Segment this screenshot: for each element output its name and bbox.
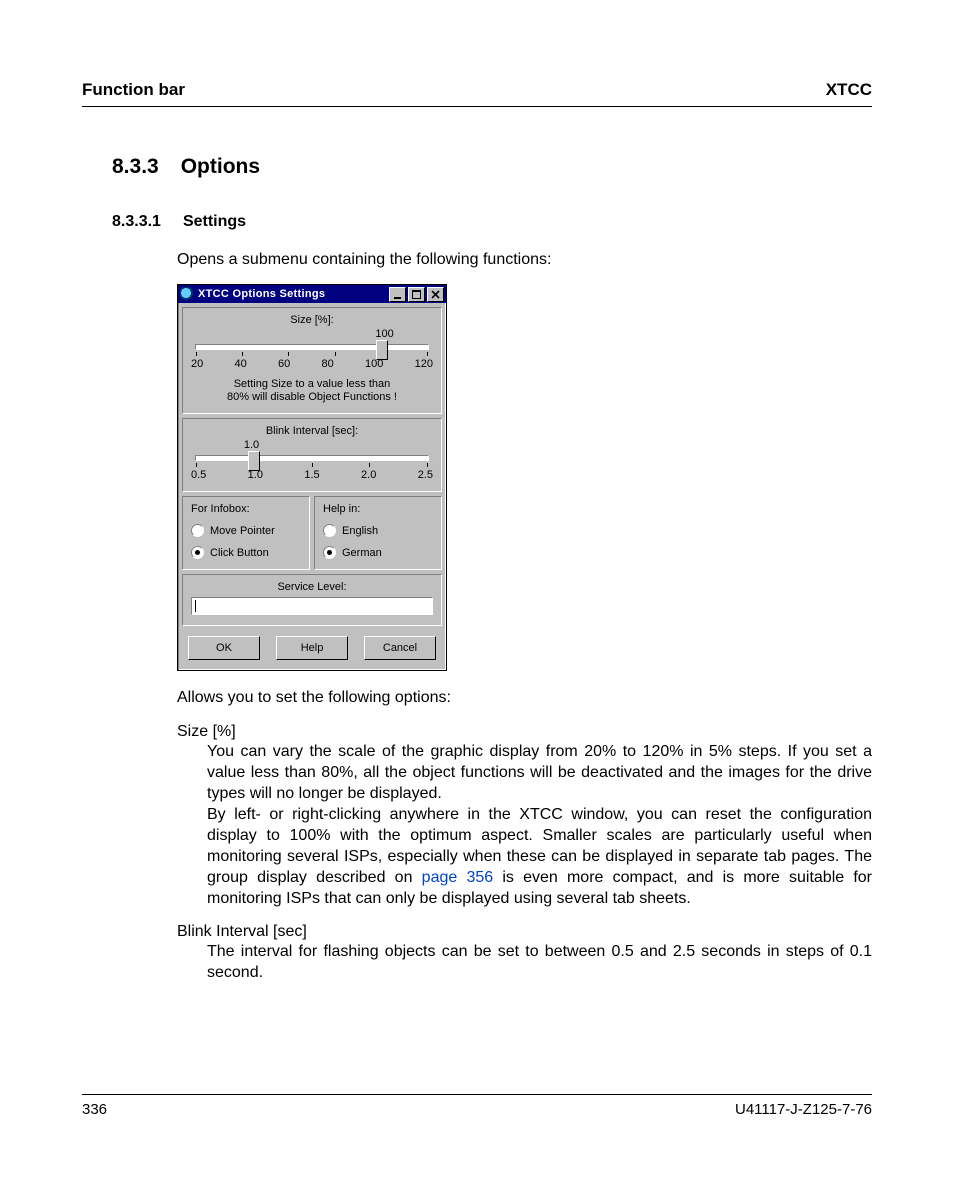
blink-scale: 0.5 1.0 1.5 2.0 2.5 [191,469,433,481]
radio-click-button[interactable]: Click Button [191,546,301,559]
radio-icon[interactable] [191,524,204,537]
options-dialog: XTCC Options Settings Size [%]: 100 [177,284,447,671]
screenshot-dialog: XTCC Options Settings Size [%]: 100 [177,284,872,671]
radio-icon[interactable] [191,546,204,559]
radio-label: English [342,525,378,537]
help-panel: Help in: English German [314,496,442,570]
tick-label: 120 [415,358,433,370]
size-label: Size [%]: [191,314,433,326]
tick-label: 2.5 [418,469,433,481]
size-slider-thumb[interactable] [376,340,388,360]
header-right: XTCC [826,80,872,100]
radio-icon[interactable] [323,524,336,537]
size-note: Setting Size to a value less than 80% wi… [191,378,433,403]
size-slider[interactable] [195,344,429,350]
help-button[interactable]: Help [276,636,348,660]
page-number: 336 [82,1101,107,1118]
tick-label: 0.5 [191,469,206,481]
dialog-titlebar[interactable]: XTCC Options Settings [178,285,446,303]
infobox-label: For Infobox: [191,503,301,515]
tick-label: 60 [278,358,290,370]
tick-label: 80 [322,358,334,370]
tick-label: 2.0 [361,469,376,481]
size-scale: 20 40 60 80 100 120 [191,358,433,370]
blink-slider[interactable] [195,455,429,461]
radio-label: German [342,547,382,559]
close-button[interactable] [427,287,444,302]
option-blink-label: Blink Interval [sec] [177,923,872,941]
radio-label: Click Button [210,547,269,559]
header-left: Function bar [82,80,185,100]
maximize-button[interactable] [408,287,425,302]
section-title: Options [181,155,260,179]
option-size-para2: By left- or right-clicking anywhere in t… [207,804,872,910]
ok-button[interactable]: OK [188,636,260,660]
after-dialog-text: Allows you to set the following options: [177,687,872,708]
dialog-title: XTCC Options Settings [198,288,387,300]
size-note-line: Setting Size to a value less than [191,378,433,391]
tick-label: 40 [235,358,247,370]
subsection-number: 8.3.3.1 [112,213,161,231]
minimize-button[interactable] [389,287,406,302]
option-size-label: Size [%] [177,723,872,741]
radio-english[interactable]: English [323,524,433,537]
radio-icon[interactable] [323,546,336,559]
section-number: 8.3.3 [112,155,159,179]
page-header: Function bar XTCC [82,80,872,107]
blink-value: 1.0 [244,439,259,451]
section-heading: 8.3.3 Options [112,155,872,179]
subsection-title: Settings [183,213,246,231]
radio-move-pointer[interactable]: Move Pointer [191,524,301,537]
radio-label: Move Pointer [210,525,275,537]
size-value: 100 [375,328,393,340]
cancel-button[interactable]: Cancel [364,636,436,660]
app-icon [180,287,194,301]
intro-text: Opens a submenu containing the following… [177,249,872,270]
help-label: Help in: [323,503,433,515]
size-panel: Size [%]: 100 20 40 60 80 100 120 Settin… [182,307,442,414]
service-level-label: Service Level: [191,581,433,593]
size-note-line: 80% will disable Object Functions ! [191,391,433,404]
tick-label: 20 [191,358,203,370]
doc-id: U41117-J-Z125-7-76 [735,1101,872,1118]
blink-slider-thumb[interactable] [248,451,260,471]
tick-label: 1.5 [304,469,319,481]
service-level-input[interactable] [191,597,433,615]
page-footer: 336 U41117-J-Z125-7-76 [82,1094,872,1118]
page-link[interactable]: page 356 [422,869,493,886]
subsection-heading: 8.3.3.1 Settings [112,213,872,231]
infobox-panel: For Infobox: Move Pointer Click Button [182,496,310,570]
option-size-para1: You can vary the scale of the graphic di… [207,741,872,804]
blink-panel: Blink Interval [sec]: 1.0 0.5 1.0 1.5 2.… [182,418,442,492]
option-blink-para: The interval for flashing objects can be… [207,941,872,983]
blink-label: Blink Interval [sec]: [191,425,433,437]
service-panel: Service Level: [182,574,442,626]
radio-german[interactable]: German [323,546,433,559]
